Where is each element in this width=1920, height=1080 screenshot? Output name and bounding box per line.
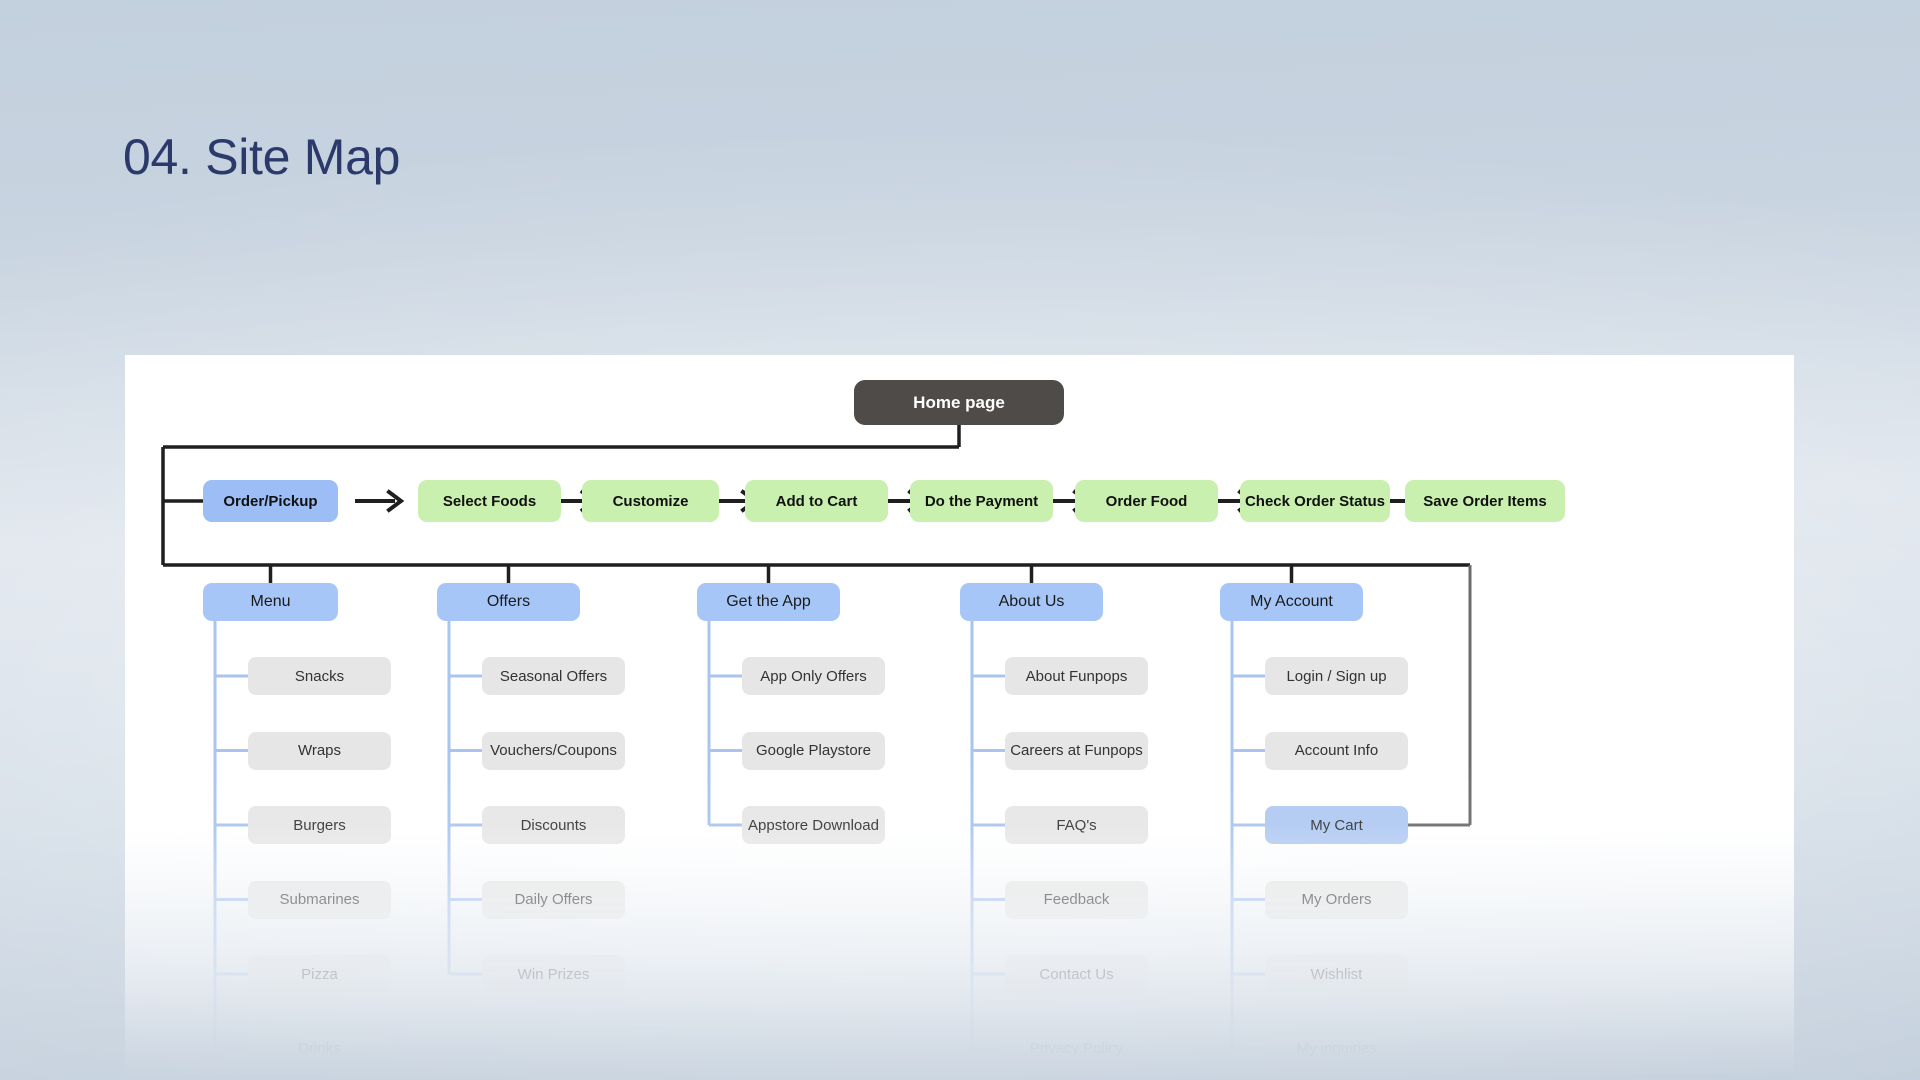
leaf-node-snacks[interactable]: Snacks (248, 657, 391, 695)
node-home-page[interactable]: Home page (854, 380, 1064, 425)
flow-node-check-order-status[interactable]: Check Order Status (1240, 480, 1390, 522)
leaf-node-pizza[interactable]: Pizza (248, 955, 391, 993)
section-node-about-us[interactable]: About Us (960, 583, 1103, 621)
leaf-node-google-playstore[interactable]: Google Playstore (742, 731, 885, 770)
flow-node-order-pickup[interactable]: Order/Pickup (203, 480, 338, 522)
leaf-node-login-sign-up[interactable]: Login / Sign up (1265, 657, 1408, 695)
leaf-node-app-only-offers[interactable]: App Only Offers (742, 657, 885, 695)
leaf-node-seasonal-offers[interactable]: Seasonal Offers (482, 657, 625, 695)
page-title: 04. Site Map (123, 129, 401, 185)
leaf-node-account-info[interactable]: Account Info (1265, 731, 1408, 770)
leaf-node-wishlist[interactable]: Wishlist (1265, 955, 1408, 993)
leaf-node-daily-offers[interactable]: Daily Offers (482, 880, 625, 919)
leaf-node-burgers[interactable]: Burgers (248, 806, 391, 844)
flow-node-save-order-items[interactable]: Save Order Items (1405, 480, 1565, 522)
sitemap-diagram: Home page Order/Pickup Select Foods Customi… (125, 355, 1794, 1080)
leaf-node-drinks[interactable]: Drinks (248, 1029, 391, 1068)
leaf-node-contact-us[interactable]: Contact Us (1005, 955, 1148, 993)
flow-node-add-to-cart[interactable]: Add to Cart (745, 480, 888, 522)
flow-node-select-foods[interactable]: Select Foods (418, 480, 561, 522)
leaf-node-faq-s[interactable]: FAQ's (1005, 806, 1148, 844)
flow-node-do-the-payment[interactable]: Do the Payment (910, 480, 1053, 522)
leaf-node-appstore-download[interactable]: Appstore Download (742, 806, 885, 844)
flow-node-customize[interactable]: Customize (582, 480, 719, 522)
leaf-node-feedback[interactable]: Feedback (1005, 880, 1148, 919)
leaf-node-my-cart[interactable]: My Cart (1265, 806, 1408, 844)
leaf-node-privacy-policy[interactable]: Privacy Policy (1005, 1029, 1148, 1068)
flow-node-order-food[interactable]: Order Food (1075, 480, 1218, 522)
leaf-node-about-funpops[interactable]: About Funpops (1005, 657, 1148, 695)
flow-arrow-icon (355, 489, 405, 513)
leaf-node-vouchers-coupons[interactable]: Vouchers/Coupons (482, 731, 625, 770)
section-node-offers[interactable]: Offers (437, 583, 580, 621)
leaf-node-win-prizes[interactable]: Win Prizes (482, 955, 625, 993)
section-node-my-account[interactable]: My Account (1220, 583, 1363, 621)
leaf-node-my-inquiries[interactable]: My inquiries (1265, 1029, 1408, 1068)
section-node-get-the-app[interactable]: Get the App (697, 583, 840, 621)
section-node-menu[interactable]: Menu (203, 583, 338, 621)
leaf-node-submarines[interactable]: Submarines (248, 880, 391, 919)
leaf-node-my-orders[interactable]: My Orders (1265, 880, 1408, 919)
leaf-node-wraps[interactable]: Wraps (248, 731, 391, 770)
leaf-node-discounts[interactable]: Discounts (482, 806, 625, 844)
leaf-node-careers-at-funpops[interactable]: Careers at Funpops (1005, 731, 1148, 770)
